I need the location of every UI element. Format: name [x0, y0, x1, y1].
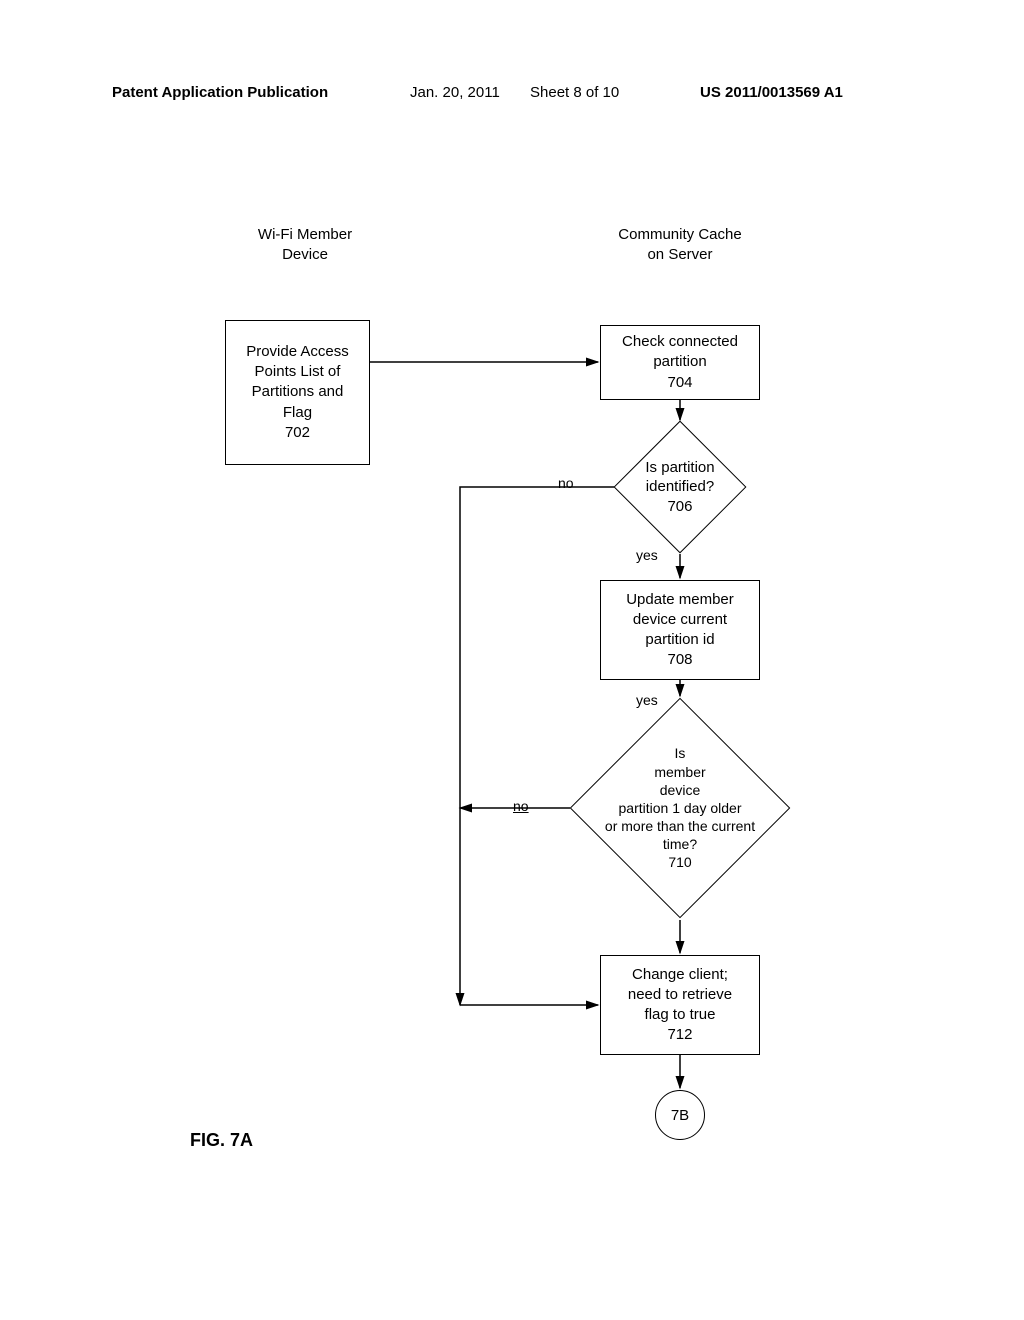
node-712: Change client; need to retrieve flag to …: [600, 955, 760, 1055]
node-708: Update member device current partition i…: [600, 580, 760, 680]
column-label-right: Community Cache on Server: [590, 225, 770, 266]
header-pub-type: Patent Application Publication: [112, 84, 328, 101]
header-sheet: Sheet 8 of 10: [530, 84, 619, 101]
node-702: Provide Access Points List of Partitions…: [225, 320, 370, 465]
edge-label-706-no: no: [558, 475, 574, 491]
edge-label-710-no: no: [513, 798, 529, 814]
header-pub-number: US 2011/0013569 A1: [700, 84, 843, 101]
node-704: Check connected partition 704: [600, 325, 760, 400]
edge-label-706-yes: yes: [636, 547, 658, 563]
column-label-left: Wi-Fi Member Device: [225, 225, 385, 266]
edge-label-708-yes: yes: [636, 692, 658, 708]
connector-7b: 7B: [655, 1090, 705, 1140]
flowchart-wires: [0, 0, 1024, 1320]
header-date: Jan. 20, 2011: [410, 84, 500, 101]
node-706: Is partition identified? 706: [595, 435, 765, 539]
node-710: Is member device partition 1 day older o…: [553, 700, 807, 916]
figure-label: FIG. 7A: [190, 1130, 253, 1151]
